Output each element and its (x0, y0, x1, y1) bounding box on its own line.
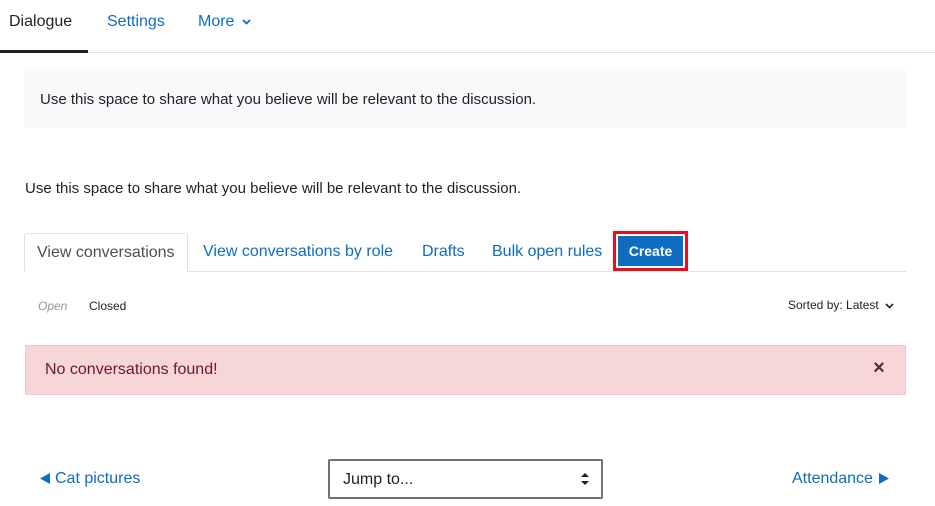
conversation-tabs: View conversations View conversations by… (24, 231, 906, 272)
previous-activity-link[interactable]: Cat pictures (40, 470, 140, 488)
sort-dropdown[interactable]: Sorted by: Latest (788, 298, 894, 312)
tab-view-conversations-by-role-label: View conversations by role (203, 243, 394, 260)
nav-settings[interactable]: Settings (107, 0, 165, 53)
intro-text: Use this space to share what you believe… (25, 180, 522, 197)
create-button[interactable]: Create (618, 236, 683, 266)
chevron-down-icon (885, 303, 894, 309)
select-arrows-icon (581, 473, 589, 485)
tab-view-conversations-by-role[interactable]: View conversations by role (203, 233, 393, 272)
tab-drafts[interactable]: Drafts (422, 233, 465, 272)
previous-activity-label: Cat pictures (55, 470, 141, 487)
tab-bulk-open-rules-label: Bulk open rules (492, 243, 603, 260)
create-highlight: Create (613, 231, 688, 271)
jump-to-value: Jump to... (343, 471, 414, 488)
next-activity-label: Attendance (792, 470, 873, 487)
alert-message: No conversations found! (45, 361, 218, 378)
caret-left-icon (40, 473, 50, 484)
nav-more[interactable]: More (198, 0, 251, 53)
nav-more-label: More (198, 13, 235, 30)
chevron-down-icon (242, 19, 251, 25)
next-activity-link[interactable]: Attendance (792, 470, 889, 488)
nav-settings-label: Settings (107, 13, 165, 30)
tab-bulk-open-rules[interactable]: Bulk open rules (492, 233, 602, 272)
filter-closed[interactable]: Closed (89, 299, 126, 313)
intro-box: Use this space to share what you believe… (24, 71, 907, 128)
tab-view-conversations-label: View conversations (37, 244, 175, 261)
nav-dialogue-label: Dialogue (9, 13, 73, 30)
nav-dialogue[interactable]: Dialogue (0, 0, 88, 53)
sort-label: Sorted by: Latest (788, 298, 879, 312)
tab-drafts-label: Drafts (422, 243, 465, 260)
secondary-navigation: Dialogue Settings More (0, 0, 935, 53)
caret-right-icon (878, 473, 889, 484)
jump-to-select[interactable]: Jump to... (328, 459, 603, 499)
filter-open[interactable]: Open (38, 299, 67, 313)
close-icon[interactable]: × (871, 358, 887, 378)
intro-box-text: Use this space to share what you believe… (40, 91, 537, 108)
tab-view-conversations[interactable]: View conversations (24, 233, 188, 272)
no-conversations-alert: No conversations found! × (25, 345, 906, 395)
